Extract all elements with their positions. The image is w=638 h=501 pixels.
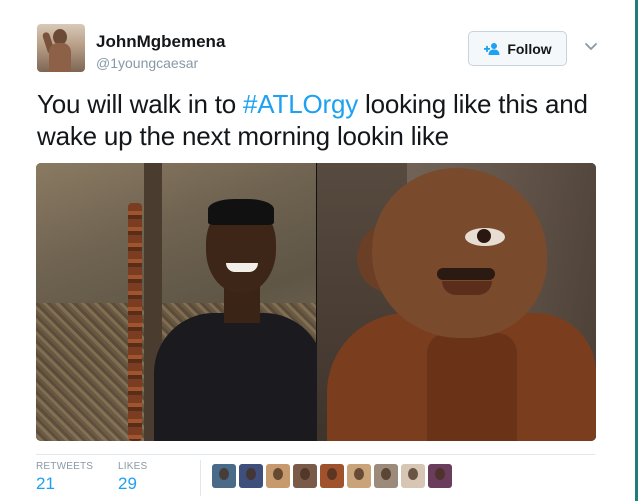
photo-detail — [154, 313, 324, 441]
stats-separator — [200, 460, 201, 496]
likes-label: LIKES — [118, 461, 148, 472]
likes-count[interactable]: 29 — [118, 474, 137, 494]
photo-detail — [208, 199, 274, 225]
media-grid — [36, 163, 596, 441]
photo-detail — [437, 268, 495, 280]
chevron-down-icon[interactable] — [583, 40, 599, 54]
photo-detail — [477, 229, 491, 243]
liker-avatar[interactable] — [374, 464, 398, 488]
user-handle[interactable]: @1youngcaesar — [96, 55, 198, 71]
add-user-icon — [483, 42, 501, 56]
tweet-text: You will walk in to #ATLOrgy looking lik… — [37, 88, 607, 152]
liker-avatar[interactable] — [293, 464, 317, 488]
user-name[interactable]: JohnMgbemena — [96, 32, 225, 52]
hashtag-link[interactable]: #ATLOrgy — [243, 89, 358, 119]
liker-avatar[interactable] — [212, 464, 236, 488]
stats-divider — [36, 454, 595, 455]
tweet-card: JohnMgbemena @1youngcaesar Follow You wi… — [0, 0, 635, 501]
photo-detail — [226, 263, 258, 272]
photo-detail — [442, 281, 492, 295]
follow-button-label: Follow — [507, 40, 552, 57]
photo-detail — [372, 168, 547, 338]
avatar-figure-body — [49, 43, 71, 72]
liker-avatars — [212, 464, 452, 488]
photo-detail — [427, 333, 517, 441]
avatar[interactable] — [37, 24, 85, 72]
liker-avatar[interactable] — [320, 464, 344, 488]
liker-avatar[interactable] — [401, 464, 425, 488]
photo-detail — [128, 203, 142, 441]
liker-avatar[interactable] — [239, 464, 263, 488]
liker-avatar[interactable] — [347, 464, 371, 488]
liker-avatar[interactable] — [428, 464, 452, 488]
media-photo-right[interactable] — [317, 163, 596, 441]
retweets-label: RETWEETS — [36, 461, 94, 472]
media-photo-left[interactable] — [36, 163, 324, 441]
follow-button[interactable]: Follow — [468, 31, 567, 66]
liker-avatar[interactable] — [266, 464, 290, 488]
tweet-text-part: You will walk in to — [37, 89, 244, 119]
retweets-count[interactable]: 21 — [36, 474, 55, 494]
